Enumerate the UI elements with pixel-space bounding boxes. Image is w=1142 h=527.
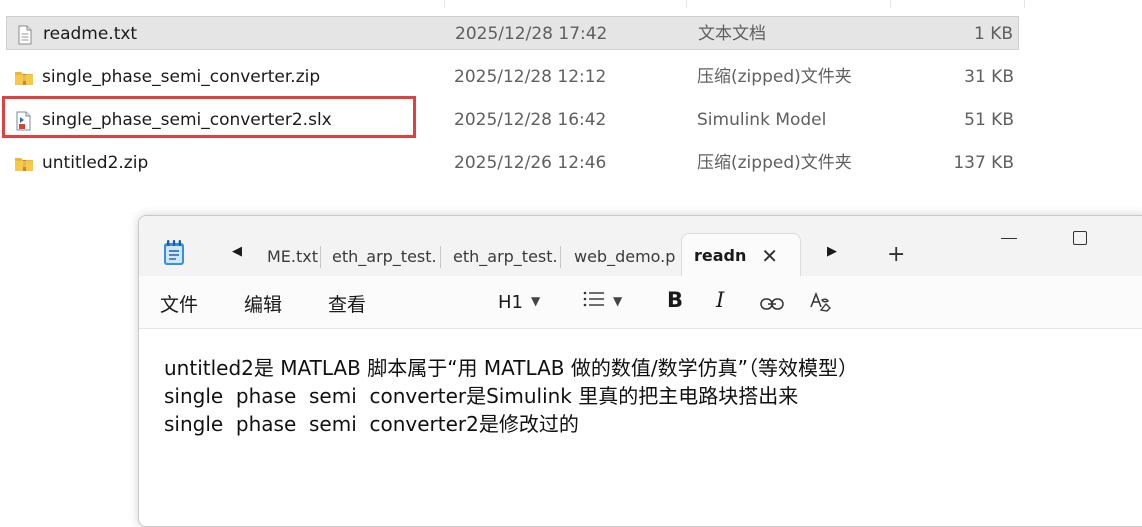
chevron-down-icon: ▼	[613, 294, 623, 308]
tab-separator	[560, 246, 561, 268]
menu-file[interactable]: 文件	[160, 290, 198, 317]
scroll-tabs-right-icon[interactable]: ▶	[827, 244, 837, 259]
file-type: Simulink Model	[697, 110, 827, 130]
minimize-icon[interactable]	[1001, 238, 1017, 239]
file-date: 2025/12/28 16:42	[454, 110, 607, 130]
tab-separator	[320, 246, 321, 268]
menu-view[interactable]: 查看	[328, 290, 366, 317]
file-row[interactable]: single_phase_semi_converter.zip 2025/12/…	[6, 60, 1019, 94]
file-type: 压缩(zipped)文件夹	[697, 153, 852, 173]
file-name[interactable]: single_phase_semi_converter.zip	[42, 60, 320, 94]
red-highlight-box	[2, 96, 416, 138]
list-dropdown[interactable]: ▼	[583, 290, 622, 313]
zip-folder-icon	[15, 158, 33, 171]
file-date: 2025/12/28 12:12	[454, 67, 607, 87]
file-list: readme.txt 2025/12/28 17:42 文本文档 1 KB si…	[0, 0, 1142, 200]
bulleted-list-icon	[583, 291, 604, 307]
file-type: 压缩(zipped)文件夹	[697, 67, 852, 87]
file-date: 2025/12/26 12:46	[454, 153, 607, 173]
column-divider	[890, 0, 891, 8]
file-name[interactable]: untitled2.zip	[42, 146, 148, 180]
close-tab-icon[interactable]: ✕	[761, 234, 778, 277]
tab[interactable]: ME.txt	[267, 242, 319, 272]
file-date: 2025/12/28 17:42	[455, 24, 608, 44]
file-size: 51 KB	[964, 110, 1014, 130]
notepad-app-icon	[164, 240, 184, 265]
menu-edit[interactable]: 编辑	[244, 290, 282, 317]
file-row[interactable]: readme.txt 2025/12/28 17:42 文本文档 1 KB	[6, 16, 1019, 50]
clear-formatting-icon	[810, 291, 831, 312]
clear-formatting-button[interactable]	[808, 290, 832, 319]
menu-bar: 文件 编辑 查看 H1 ▼ ▼ B I	[139, 276, 1142, 329]
file-size: 31 KB	[964, 67, 1014, 87]
tab[interactable]: eth_arp_test.	[332, 242, 436, 272]
file-name[interactable]: readme.txt	[43, 17, 137, 51]
chevron-down-icon: ▼	[531, 294, 541, 308]
file-row[interactable]: untitled2.zip 2025/12/26 12:46 压缩(zipped…	[6, 146, 1019, 180]
editor-line: single phase semi converter2是修改过的	[164, 412, 579, 436]
bold-button[interactable]: B	[667, 288, 683, 312]
zip-folder-icon	[15, 72, 33, 85]
link-button[interactable]	[760, 294, 784, 316]
heading-dropdown[interactable]: H1 ▼	[498, 292, 540, 313]
title-bar: ◀ ME.txt eth_arp_test. eth_arp_test. web…	[139, 216, 1142, 277]
column-divider	[444, 0, 445, 8]
column-divider	[686, 0, 687, 8]
italic-button[interactable]: I	[716, 288, 724, 312]
maximize-icon[interactable]	[1073, 231, 1087, 245]
editor-line: single phase semi converter是Simulink 里真的…	[164, 384, 799, 408]
notepad-window: ◀ ME.txt eth_arp_test. eth_arp_test. web…	[138, 215, 1142, 527]
scroll-tabs-left-icon[interactable]: ◀	[232, 244, 242, 259]
file-size: 1 KB	[973, 24, 1013, 44]
tab-separator	[440, 246, 441, 268]
file-type: 文本文档	[698, 24, 766, 44]
tab-active[interactable]: readn ✕	[681, 233, 801, 277]
tab[interactable]: eth_arp_test.	[453, 242, 557, 272]
text-editor[interactable]: untitled2是 MATLAB 脚本属于“用 MATLAB 做的数值/数学仿…	[164, 354, 1124, 438]
link-icon	[760, 298, 784, 310]
column-divider	[1024, 0, 1025, 8]
tab[interactable]: web_demo.p	[574, 242, 678, 272]
column-dividers	[0, 0, 1142, 8]
editor-line: untitled2是 MATLAB 脚本属于“用 MATLAB 做的数值/数学仿…	[164, 356, 858, 380]
new-tab-button[interactable]: +	[887, 242, 905, 267]
tab-label: readn	[694, 246, 747, 265]
text-file-icon	[18, 25, 32, 45]
file-size: 137 KB	[953, 153, 1014, 173]
heading-label: H1	[498, 292, 523, 313]
